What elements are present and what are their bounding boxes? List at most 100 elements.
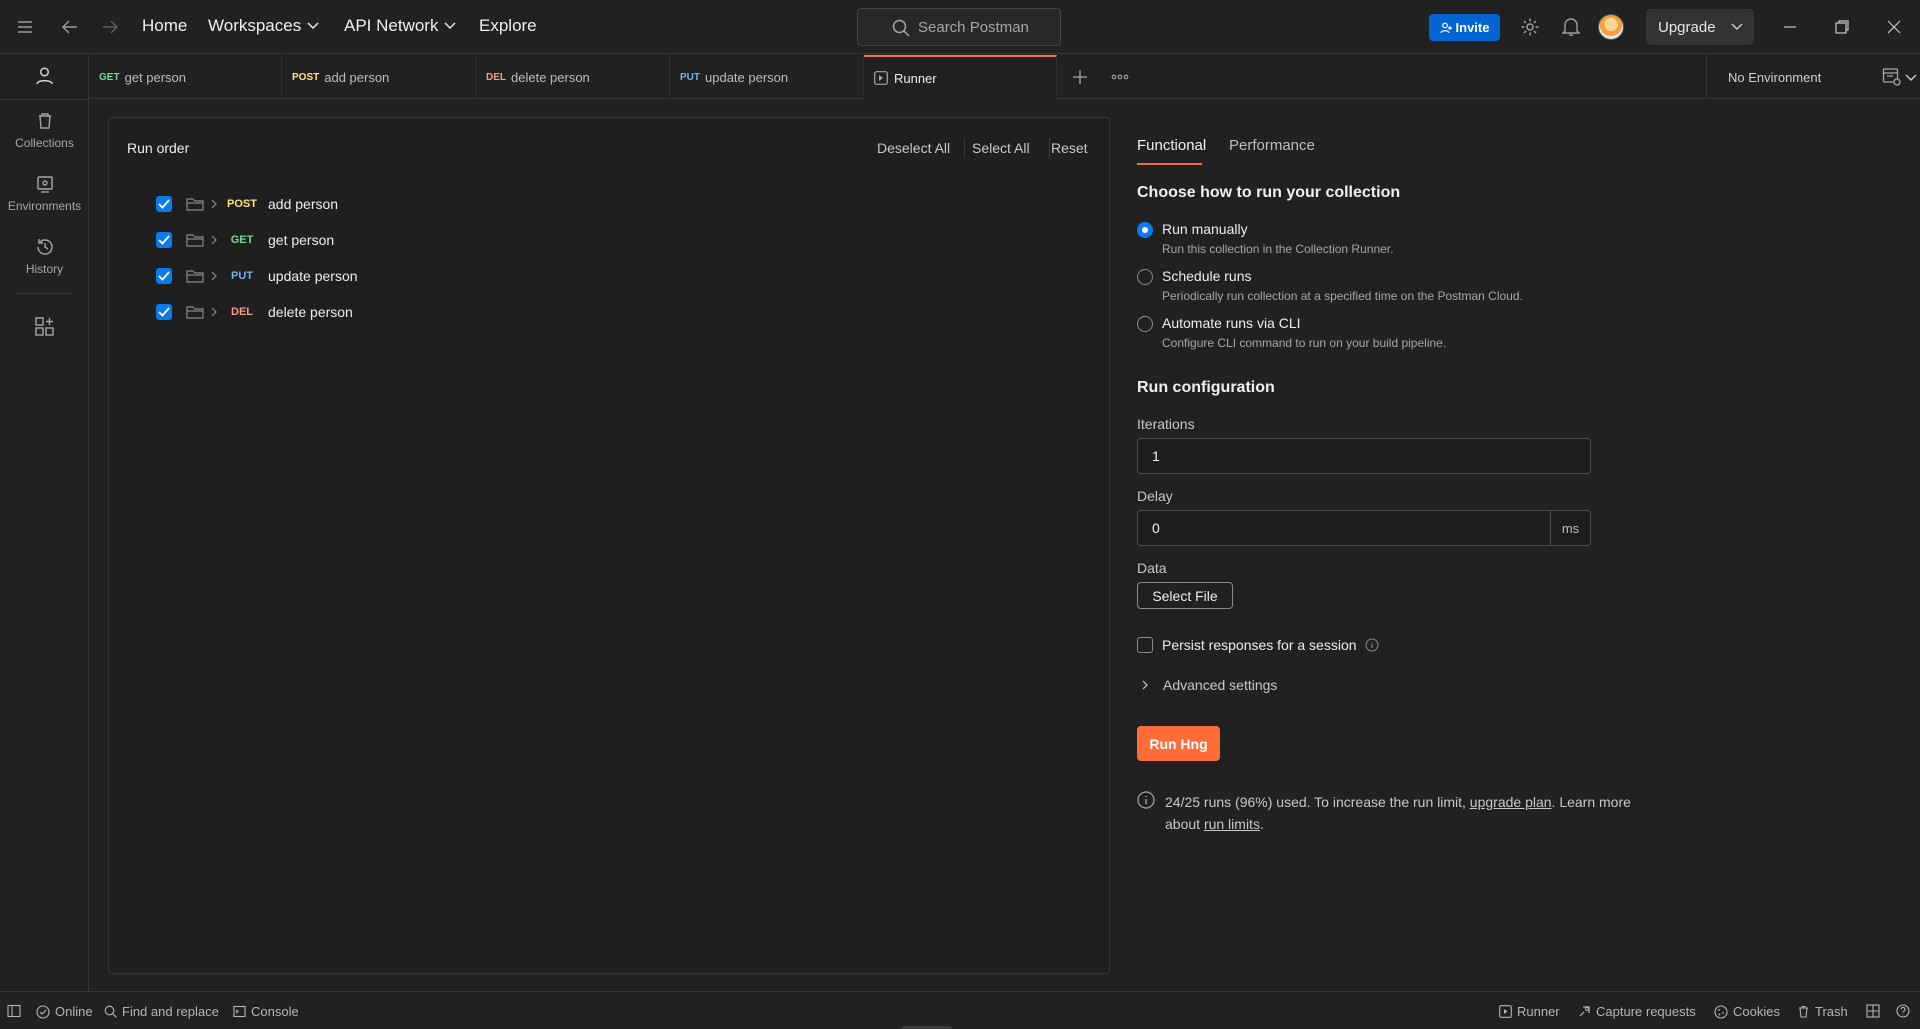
search-input[interactable]: Search Postman [857, 8, 1061, 46]
run-button[interactable]: Run Hng [1137, 726, 1220, 761]
info-icon[interactable] [1364, 638, 1379, 652]
help-icon[interactable] [1896, 1004, 1910, 1018]
console-button[interactable]: Console [233, 1004, 299, 1019]
run-order-panel: Run order Deselect All Select All Reset … [108, 117, 1110, 974]
cookies-button[interactable]: Cookies [1714, 1004, 1780, 1019]
chevron-right-icon[interactable] [210, 235, 218, 245]
restore-window-icon[interactable] [1831, 16, 1853, 38]
run-option-schedule[interactable]: Schedule runs Periodically run collectio… [1137, 267, 1657, 307]
tab-functional[interactable]: Functional [1137, 137, 1207, 165]
select-file-button[interactable]: Select File [1137, 582, 1233, 609]
nav-api-network[interactable]: API Network [344, 16, 457, 36]
chevron-right-icon[interactable] [210, 271, 218, 281]
run-order-item[interactable]: GET get person [156, 230, 334, 250]
tab-add-person[interactable]: POST add person [282, 55, 476, 99]
avatar[interactable] [1598, 14, 1624, 40]
close-icon[interactable] [1883, 16, 1905, 38]
configure-sidebar-icon[interactable] [35, 317, 54, 336]
persist-checkbox[interactable] [1137, 637, 1153, 653]
trash-button[interactable]: Trash [1797, 1004, 1848, 1019]
online-status[interactable]: Online [36, 1004, 93, 1019]
option-title: Automate runs via CLI [1162, 315, 1301, 331]
upgrade-plan-link[interactable]: upgrade plan [1470, 794, 1552, 810]
find-and-replace[interactable]: Find and replace [104, 1004, 219, 1019]
tab-method: GET [99, 71, 120, 83]
runner-icon [874, 71, 888, 85]
item-checkbox[interactable] [156, 268, 172, 284]
runner-button[interactable]: Runner [1499, 1004, 1560, 1019]
back-arrow-icon[interactable] [59, 16, 81, 38]
layout-grid-icon[interactable] [1866, 1004, 1880, 1018]
data-label: Data [1137, 560, 1167, 576]
chevron-right-icon[interactable] [210, 199, 218, 209]
tab-functional-label: Functional [1137, 137, 1207, 154]
item-name: delete person [268, 304, 353, 320]
tab-get-person[interactable]: GET get person [89, 55, 282, 99]
forward-arrow-icon[interactable] [99, 16, 121, 38]
find-replace-label: Find and replace [122, 1004, 219, 1019]
item-method: POST [227, 198, 257, 210]
run-option-manual[interactable]: Run manually Run this collection in the … [1137, 220, 1657, 260]
option-title: Run manually [1162, 221, 1248, 237]
select-file-label: Select File [1152, 587, 1218, 604]
upgrade-button[interactable]: Upgrade [1646, 9, 1754, 45]
reset-button[interactable]: Reset [1051, 140, 1088, 156]
new-tab-plus-icon[interactable] [1072, 69, 1088, 85]
notifications-bell-icon[interactable] [1560, 16, 1582, 38]
folder-icon [186, 234, 204, 247]
sidebar-item-label: Environments [7, 199, 82, 213]
tab-runner[interactable]: Runner [864, 55, 1057, 99]
item-checkbox[interactable] [156, 304, 172, 320]
item-checkbox[interactable] [156, 196, 172, 212]
settings-gear-icon[interactable] [1519, 16, 1541, 38]
advanced-settings-toggle[interactable]: Advanced settings [1141, 677, 1277, 693]
select-all-button[interactable]: Select All [972, 140, 1030, 156]
run-order-item[interactable]: POST add person [156, 194, 338, 214]
status-bar: Online Find and replace Console Runner C… [0, 991, 1920, 1029]
nav-explore[interactable]: Explore [479, 16, 537, 36]
tab-performance[interactable]: Performance [1229, 137, 1315, 154]
choose-run-title: Choose how to run your collection [1137, 184, 1401, 201]
radio-button[interactable] [1137, 269, 1153, 285]
environment-quick-look-icon[interactable] [1882, 67, 1902, 87]
info-icon [1137, 791, 1155, 809]
run-limits-link[interactable]: run limits [1204, 816, 1260, 832]
radio-button[interactable] [1137, 222, 1153, 238]
chevron-right-icon[interactable] [210, 307, 218, 317]
run-option-cli[interactable]: Automate runs via CLI Configure CLI comm… [1137, 314, 1657, 354]
minimize-icon[interactable] [1779, 16, 1801, 38]
sidebar-item-history[interactable]: History [0, 238, 89, 276]
sidebar-item-collections[interactable]: Collections [0, 112, 89, 150]
nav-home[interactable]: Home [142, 16, 187, 36]
deselect-all-button[interactable]: Deselect All [877, 140, 950, 156]
more-tabs-icon[interactable] [1111, 69, 1129, 85]
user-icon[interactable] [35, 66, 54, 85]
environment-selected-label: No Environment [1728, 69, 1822, 85]
delay-input[interactable]: 0 ms [1137, 510, 1591, 546]
tab-method: PUT [680, 71, 700, 83]
tab-label: delete person [511, 69, 590, 85]
run-order-item[interactable]: DEL delete person [156, 302, 353, 322]
item-checkbox[interactable] [156, 232, 172, 248]
hamburger-menu-icon[interactable] [14, 16, 36, 38]
radio-button[interactable] [1137, 316, 1153, 332]
checkmark-icon [158, 199, 170, 209]
console-label: Console [251, 1004, 299, 1019]
left-sidebar: Collections Environments History [0, 55, 89, 991]
nav-workspaces[interactable]: Workspaces [208, 16, 319, 36]
persist-responses-row[interactable]: Persist responses for a session [1137, 635, 1379, 655]
toggle-sidebar-icon[interactable] [7, 1004, 21, 1018]
tab-update-person[interactable]: PUT update person [670, 55, 864, 99]
upgrade-label: Upgrade [1658, 18, 1716, 36]
run-order-item[interactable]: PUT update person [156, 266, 358, 286]
item-name: update person [268, 268, 358, 284]
tab-label: get person [124, 69, 186, 85]
invite-button[interactable]: Invite [1429, 14, 1500, 41]
sidebar-item-environments[interactable]: Environments [0, 175, 89, 213]
folder-icon [186, 198, 204, 211]
capture-requests-button[interactable]: Capture requests [1578, 1004, 1696, 1019]
iterations-input[interactable]: 1 [1137, 438, 1591, 474]
persist-label: Persist responses for a session [1162, 637, 1357, 653]
tab-label: update person [705, 69, 789, 85]
tab-delete-person[interactable]: DEL delete person [476, 55, 670, 99]
